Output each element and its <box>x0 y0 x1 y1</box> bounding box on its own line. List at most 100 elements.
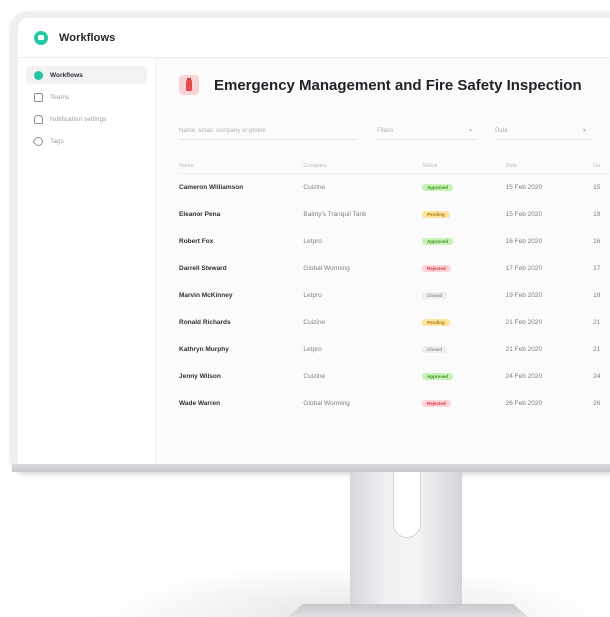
cell-name: Wade Warren <box>179 400 221 407</box>
chevron-down-icon: ▼ <box>468 127 473 134</box>
cell-date: 15 Feb 2020 <box>505 211 543 218</box>
status-badge: Closed <box>422 292 448 299</box>
sidebar-item-teams[interactable]: Teams <box>26 88 147 106</box>
cell-name: Eleanor Pena <box>179 211 221 218</box>
status-badge: Pending <box>422 211 450 218</box>
team-icon <box>34 92 43 102</box>
sidebar-item-label: Teams <box>50 93 70 101</box>
column-header-status[interactable]: Status <box>422 163 506 169</box>
cell-date-2: 19 <box>593 211 601 218</box>
cell-date-2: 26 <box>593 400 601 407</box>
cell-date: 21 Feb 2020 <box>505 319 543 326</box>
page-title: Emergency Management and Fire Safety Ins… <box>214 76 582 94</box>
workflow-logo-icon <box>34 30 48 45</box>
status-badge: Pending <box>422 319 450 326</box>
sidebar-item-label: Tags <box>50 137 64 145</box>
monitor-stand-base <box>288 604 528 617</box>
cell-company: Letpro <box>303 346 322 353</box>
cell-status: Pending <box>422 211 506 218</box>
sidebar-item-workflows[interactable]: Workflows <box>26 66 147 84</box>
cell-name: Darrell Steward <box>179 265 227 272</box>
cell-date-2: 15 <box>593 184 601 191</box>
cell-status: Closed <box>422 346 506 353</box>
sidebar-item-label: Notification settings <box>50 115 107 123</box>
cell-date-2: 17 <box>593 265 601 272</box>
cell-date: 26 Feb 2020 <box>505 400 543 407</box>
table-row[interactable]: Robert Fox Letpro Approved 16 Feb 2020 16 <box>179 228 610 255</box>
top-bar: Workflows <box>18 18 610 58</box>
table-row[interactable]: Eleanor Pena Balmy's Tranquil Tank Pending… <box>179 201 610 228</box>
status-badge: Rejected <box>422 265 451 272</box>
cell-status: Rejected <box>422 400 506 407</box>
cell-name: Jenny Wilson <box>179 373 221 380</box>
workflow-table: Name Company Status Date Da Cameron Will… <box>179 158 610 417</box>
page-header: Emergency Management and Fire Safety Ins… <box>179 75 582 95</box>
cell-date: 21 Feb 2020 <box>505 346 543 353</box>
status-badge: Rejected <box>422 400 451 407</box>
status-badge: Approved <box>422 373 454 380</box>
sidebar-item-notification-settings[interactable]: Notification settings <box>26 110 147 128</box>
cell-date: 16 Feb 2020 <box>505 238 543 245</box>
cell-status: Pending <box>422 319 506 326</box>
date-select[interactable]: Date ▼ <box>495 122 591 140</box>
column-header-date[interactable]: Date <box>506 163 593 169</box>
cell-status: Rejected <box>422 265 506 272</box>
search-input[interactable] <box>179 122 357 140</box>
column-header-company[interactable]: Company <box>303 163 422 169</box>
fire-extinguisher-icon <box>179 75 199 95</box>
cell-company: Cuizine <box>303 373 326 380</box>
cell-company: Global Worming <box>303 400 350 407</box>
cell-company: Letpro <box>303 292 322 299</box>
cell-date: 15 Feb 2020 <box>505 184 543 191</box>
table-row[interactable]: Ronald Richards Cuizine Pending 21 Feb 2020… <box>179 309 610 336</box>
workflow-icon <box>34 70 43 80</box>
cell-date: 19 Feb 2020 <box>505 292 543 299</box>
cell-date: 17 Feb 2020 <box>505 265 543 272</box>
main-content: Emergency Management and Fire Safety Ins… <box>157 58 610 466</box>
cell-status: Closed <box>422 292 506 299</box>
monitor-frame: Workflows Workflows Teams Notification s… <box>12 12 610 472</box>
cell-date-2: 21 <box>593 319 601 326</box>
sidebar-item-tags[interactable]: Tags <box>26 132 147 150</box>
screen: Workflows Workflows Teams Notification s… <box>18 18 610 466</box>
cell-status: Approved <box>422 373 506 380</box>
sidebar: Workflows Teams Notification settings Ta… <box>18 58 156 466</box>
cell-date-2: 21 <box>593 346 601 353</box>
table-header: Name Company Status Date Da <box>179 158 610 174</box>
chevron-down-icon: ▼ <box>582 127 587 134</box>
cell-company: Global Worming <box>303 265 350 272</box>
cell-company: Balmy's Tranquil Tank <box>303 211 367 218</box>
filter-bar: Filters ▼ Date ▼ <box>179 122 610 140</box>
table-row[interactable]: Kathryn Murphy Letpro Closed 21 Feb 2020 21 <box>179 336 610 363</box>
status-badge: Approved <box>422 184 454 191</box>
table-row[interactable]: Jenny Wilson Cuizine Approved 24 Feb 2020 24 <box>179 363 610 390</box>
cell-date-2: 24 <box>593 373 601 380</box>
tag-icon <box>32 134 45 148</box>
sidebar-item-label: Workflows <box>50 71 83 79</box>
cell-name: Ronald Richards <box>179 319 231 326</box>
table-body: Cameron Williamson Cuizine Approved 15 Feb … <box>179 174 610 417</box>
column-header-date-2[interactable]: Da <box>593 163 610 169</box>
status-badge: Closed <box>422 346 448 353</box>
cell-name: Cameron Williamson <box>179 184 244 191</box>
table-row[interactable]: Marvin McKinney Letpro Closed 19 Feb 2020 19 <box>179 282 610 309</box>
table-row[interactable]: Cameron Williamson Cuizine Approved 15 Feb … <box>179 174 610 201</box>
cell-date: 24 Feb 2020 <box>505 373 543 380</box>
table-row[interactable]: Wade Warren Global Worming Rejected 26 Feb … <box>179 390 610 417</box>
monitor-stand-cutout <box>393 472 421 538</box>
filters-select[interactable]: Filters ▼ <box>377 122 477 140</box>
monitor-chin <box>12 464 610 472</box>
cell-date-2: 16 <box>593 238 601 245</box>
bell-icon <box>34 114 43 124</box>
cell-company: Cuizine <box>303 319 326 326</box>
cell-name: Kathryn Murphy <box>179 346 229 353</box>
app-title: Workflows <box>59 31 116 44</box>
cell-name: Marvin McKinney <box>179 292 233 299</box>
cell-company: Cuizine <box>303 184 326 191</box>
table-row[interactable]: Darrell Steward Global Worming Rejected 17 … <box>179 255 610 282</box>
column-header-name[interactable]: Name <box>179 163 303 169</box>
cell-company: Letpro <box>303 238 322 245</box>
date-select-label: Date <box>495 127 508 134</box>
filters-select-label: Filters <box>377 127 394 134</box>
status-badge: Approved <box>422 238 454 245</box>
